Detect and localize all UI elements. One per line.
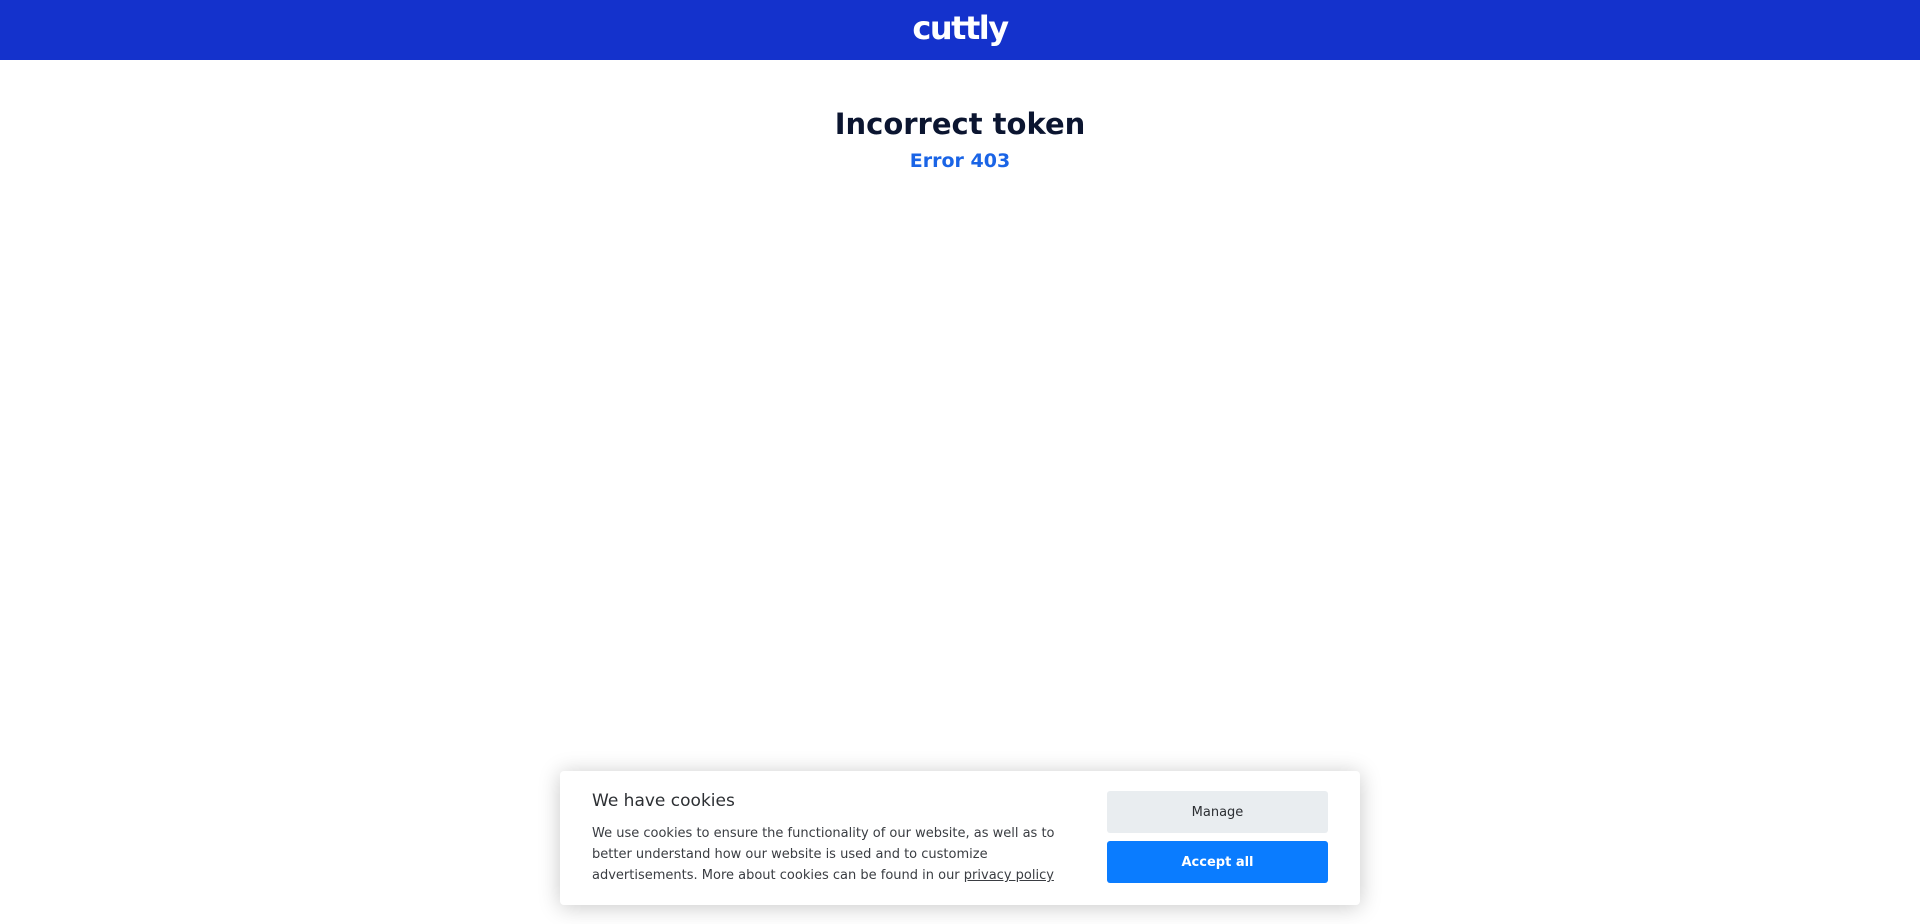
- accept-all-cookies-button[interactable]: Accept all: [1107, 841, 1328, 883]
- privacy-policy-link[interactable]: privacy policy: [964, 868, 1054, 883]
- manage-cookies-button[interactable]: Manage: [1107, 791, 1328, 833]
- cookie-text-block: We have cookies We use cookies to ensure…: [592, 789, 1072, 886]
- error-code: Error 403: [909, 150, 1011, 172]
- cuttly-logo[interactable]: cuttly: [912, 12, 1009, 44]
- cookie-title: We have cookies: [592, 791, 735, 811]
- top-header-bar: cuttly: [0, 0, 1920, 60]
- error-title: Incorrect token: [834, 107, 1086, 141]
- cookie-consent-banner: We have cookies We use cookies to ensure…: [560, 771, 1360, 905]
- cookie-description: We use cookies to ensure the functionali…: [592, 823, 1072, 886]
- error-message: Incorrect token Error 403: [0, 104, 1920, 174]
